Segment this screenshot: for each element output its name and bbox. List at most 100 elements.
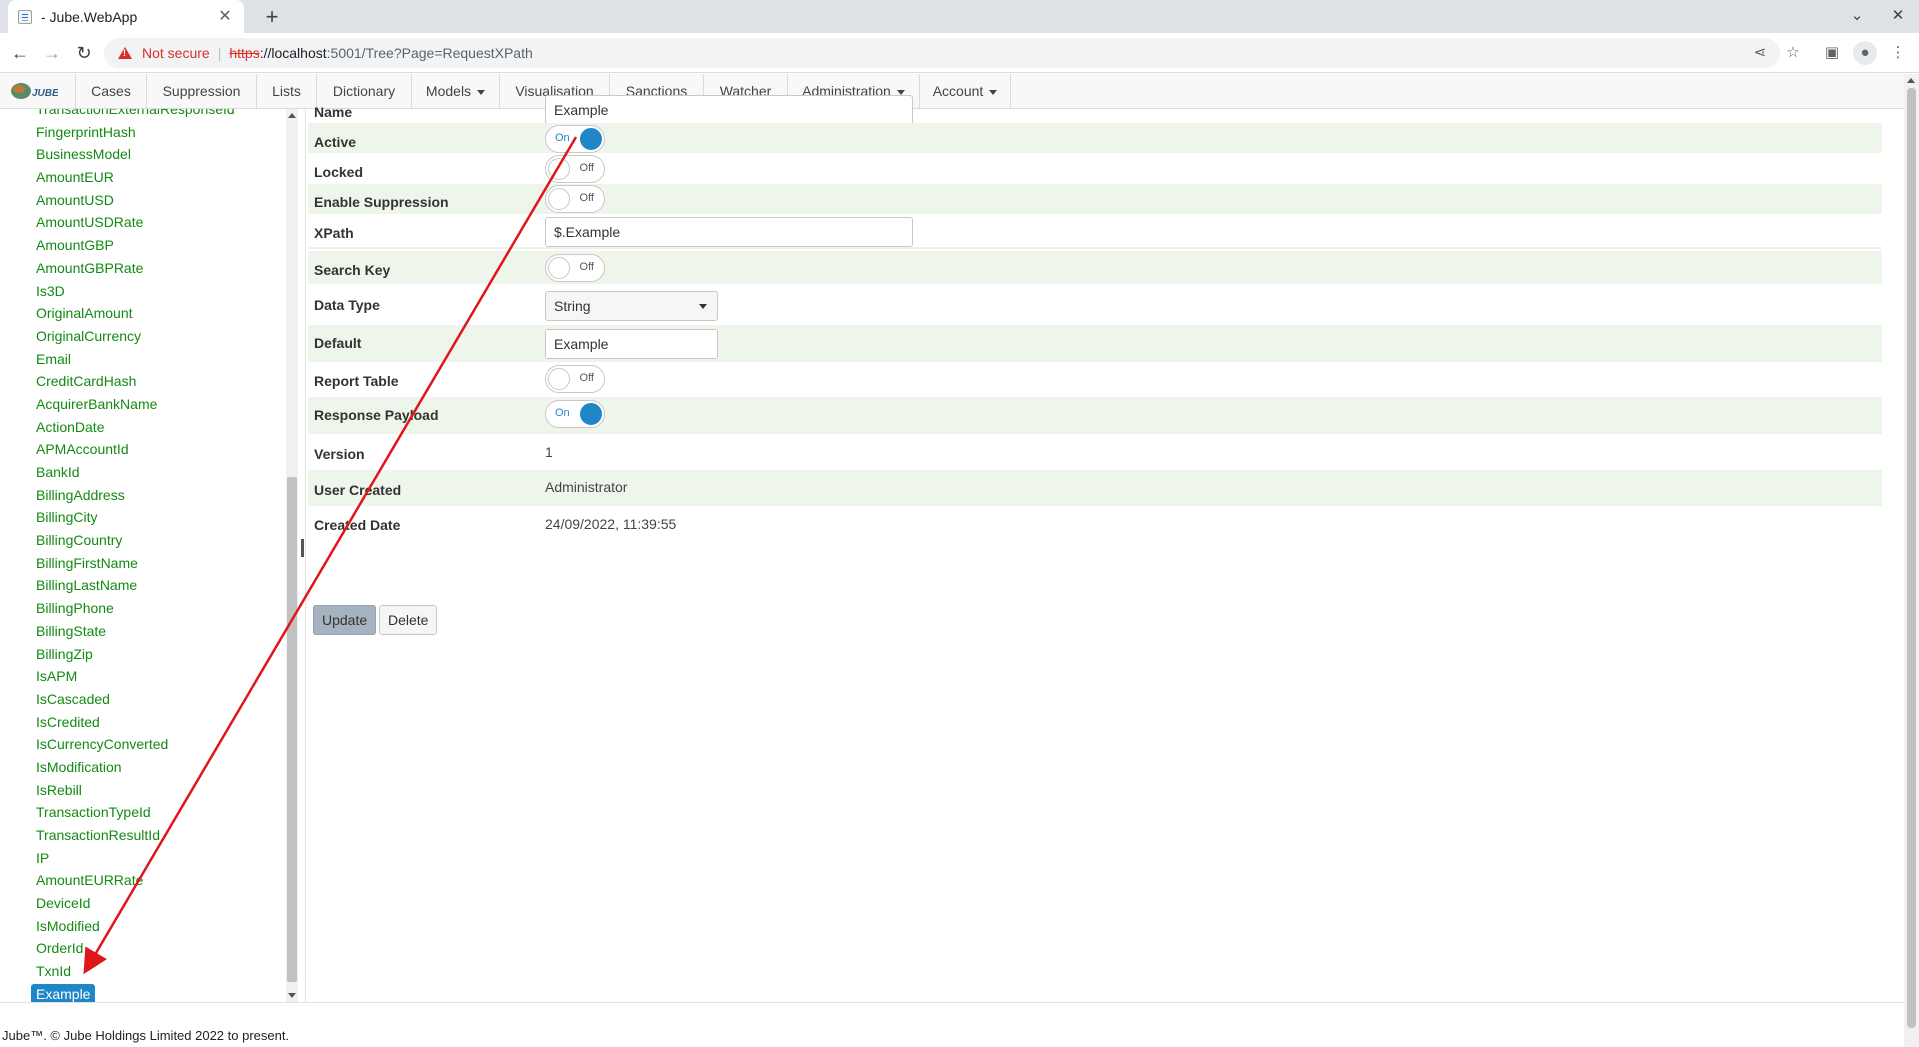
delete-button[interactable]: Delete [379, 605, 438, 635]
data-type-select[interactable]: String [545, 291, 718, 321]
tree-item-partial[interactable]: TransactionExternalResponseId [32, 109, 282, 121]
toggle-knob [580, 128, 602, 150]
tree-item[interactable]: IsAPM [32, 665, 282, 688]
report-table-toggle[interactable]: Off [545, 365, 605, 393]
tree-item[interactable]: AcquirerBankName [32, 393, 282, 416]
warning-icon [118, 47, 132, 59]
nav-suppression[interactable]: Suppression [146, 74, 256, 109]
tree-item[interactable]: BillingCountry [32, 529, 282, 552]
tree-item[interactable]: BusinessModel [32, 143, 282, 166]
browser-tab[interactable]: - Jube.WebApp ✕ [8, 0, 244, 33]
dictionary-tree-panel: TransactionExternalResponseId Fingerprin… [0, 109, 300, 1002]
scroll-down-arrow-icon[interactable] [288, 993, 296, 998]
tree-item[interactable]: IP [32, 847, 282, 870]
tree-item[interactable]: BillingFirstName [32, 552, 282, 575]
page-scrollbar-thumb[interactable] [1907, 88, 1916, 1028]
tree-scrollbar-thumb[interactable] [287, 477, 297, 982]
tree-item[interactable]: IsModified [32, 915, 282, 938]
tree-item[interactable]: AmountGBP [32, 234, 282, 257]
url-scheme: https [229, 45, 260, 61]
data-type-label: Data Type [314, 297, 380, 313]
response-payload-toggle[interactable]: On [545, 400, 605, 428]
enable-suppression-toggle[interactable]: Off [545, 185, 605, 213]
tree-item[interactable]: ActionDate [32, 416, 282, 439]
tree-item[interactable]: BillingLastName [32, 574, 282, 597]
name-input[interactable] [545, 95, 913, 125]
forward-arrow-icon[interactable]: → [38, 39, 66, 67]
tree-item[interactable]: BillingPhone [32, 597, 282, 620]
tree-item[interactable]: BankId [32, 461, 282, 484]
default-label: Default [314, 335, 362, 351]
tree-item[interactable]: OrderId [32, 937, 282, 960]
active-toggle-text: On [555, 132, 570, 144]
new-tab-button[interactable]: + [258, 3, 286, 31]
tab-search-chevron-icon[interactable]: ⌄ [1845, 4, 1869, 28]
tab-title: - Jube.WebApp [41, 8, 138, 25]
tree-item[interactable]: BillingCity [32, 506, 282, 529]
page-scrollbar[interactable] [1904, 74, 1919, 1047]
tree-item[interactable]: FingerprintHash [32, 121, 282, 144]
nav-lists[interactable]: Lists [256, 74, 316, 109]
update-button[interactable]: Update [313, 605, 377, 635]
jube-logo[interactable]: JUBE [8, 80, 58, 102]
user-created-row: User Created Administrator [308, 470, 1882, 506]
tree-item[interactable]: DeviceId [32, 892, 282, 915]
menu-kebab-icon[interactable]: ⋮ [1886, 41, 1910, 65]
version-label: Version [314, 446, 365, 462]
tree-scrollbar[interactable] [286, 109, 298, 1002]
tree-item[interactable]: IsRebill [32, 779, 282, 802]
default-input[interactable] [545, 329, 718, 359]
page-scroll-up-arrow-icon[interactable] [1907, 78, 1915, 83]
active-row: Active On [308, 123, 1882, 153]
active-toggle[interactable]: On [545, 125, 605, 153]
response-payload-label: Response Payload [314, 407, 439, 423]
xpath-row: XPath [308, 214, 1882, 249]
nav-cases-label: Cases [91, 83, 131, 99]
reload-icon[interactable]: ↻ [70, 39, 98, 67]
splitter-handle[interactable] [301, 539, 304, 557]
nav-cases[interactable]: Cases [75, 74, 146, 109]
nav-models[interactable]: Models [411, 74, 499, 109]
window-close-icon[interactable]: ✕ [1886, 4, 1910, 28]
report-table-label: Report Table [314, 373, 399, 389]
search-key-toggle[interactable]: Off [545, 254, 605, 282]
profile-avatar-icon[interactable]: ● [1853, 41, 1877, 65]
tree-item[interactable]: TransactionResultId [32, 824, 282, 847]
scroll-up-arrow-icon[interactable] [288, 113, 296, 118]
tree-item-selected[interactable]: Example [31, 983, 282, 1002]
tree-item[interactable]: IsModification [32, 756, 282, 779]
tree-item[interactable]: AmountGBPRate [32, 257, 282, 280]
close-tab-icon[interactable]: ✕ [216, 8, 234, 26]
tree-item[interactable]: OriginalCurrency [32, 325, 282, 348]
toggle-knob [548, 368, 570, 390]
locked-toggle[interactable]: Off [545, 155, 605, 183]
tree-item[interactable]: OriginalAmount [32, 302, 282, 325]
tree-item[interactable]: BillingZip [32, 643, 282, 666]
tree-item[interactable]: AmountEUR [32, 166, 282, 189]
xpath-input[interactable] [545, 217, 913, 247]
side-panel-icon[interactable]: ▣ [1820, 41, 1844, 65]
tree-item[interactable]: TransactionTypeId [32, 801, 282, 824]
tree-item[interactable]: IsCascaded [32, 688, 282, 711]
panel-splitter[interactable] [300, 109, 306, 1002]
tree-item[interactable]: CreditCardHash [32, 370, 282, 393]
share-icon[interactable]: ⋖ [1748, 41, 1772, 65]
address-bar[interactable]: Not secure | https://localhost:5001/Tree… [104, 38, 1780, 68]
tree-item[interactable]: AmountEURRate [32, 869, 282, 892]
nav-account[interactable]: Account [919, 74, 1011, 109]
tree-item[interactable]: TxnId [32, 960, 282, 983]
tree-item[interactable]: IsCurrencyConverted [32, 733, 282, 756]
search-key-toggle-text: Off [579, 261, 594, 273]
bookmark-star-icon[interactable]: ☆ [1781, 41, 1805, 65]
toggle-knob [548, 188, 570, 210]
back-arrow-icon[interactable]: ← [6, 39, 34, 67]
logo-text: JUBE [32, 88, 58, 99]
tree-item[interactable]: Is3D [32, 280, 282, 303]
tree-item[interactable]: Email [32, 348, 282, 371]
tree-item[interactable]: BillingState [32, 620, 282, 643]
tree-item[interactable]: APMAccountId [32, 438, 282, 461]
tree-item[interactable]: BillingAddress [32, 484, 282, 507]
tree-item[interactable]: IsCredited [32, 711, 282, 734]
tree-item[interactable]: AmountUSDRate [32, 211, 282, 234]
tree-item[interactable]: AmountUSD [32, 189, 282, 212]
